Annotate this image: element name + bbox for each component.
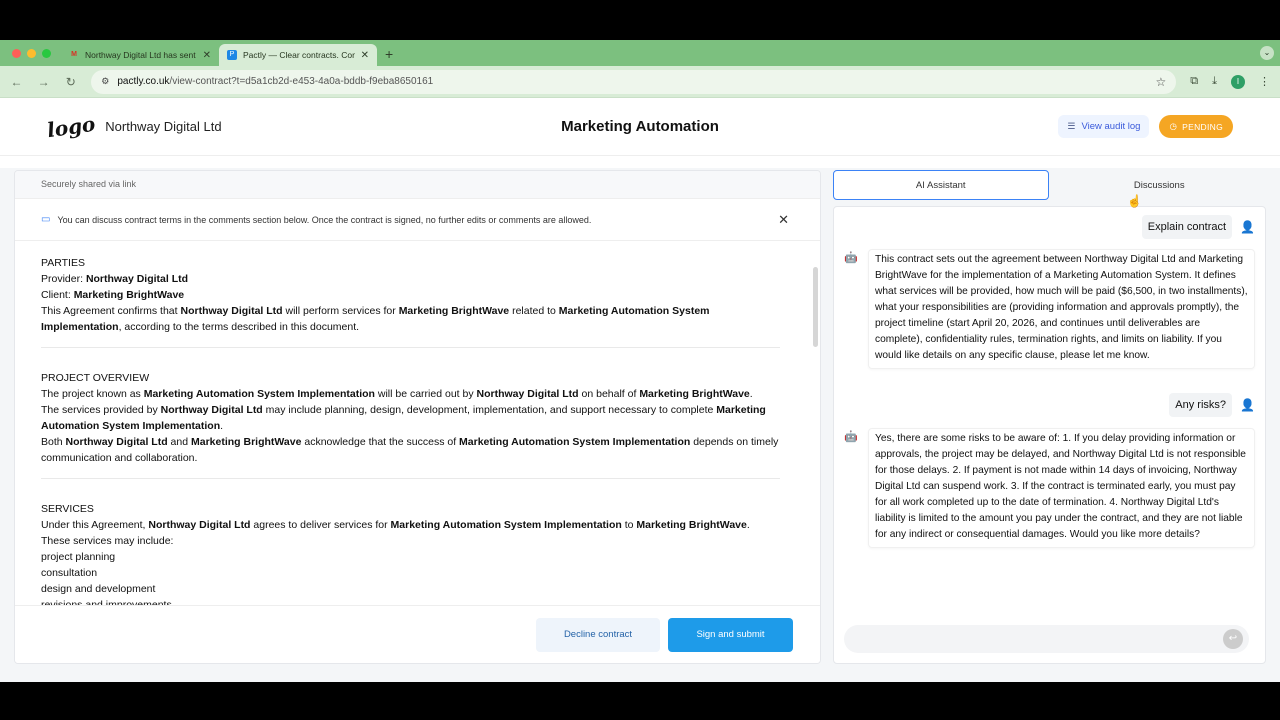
services-intro: These services may include: bbox=[41, 535, 174, 547]
paragraph: The project known as Marketing Automatio… bbox=[41, 388, 753, 400]
message-bubble: Yes, there are some risks to be aware of… bbox=[868, 428, 1255, 548]
close-tab-icon[interactable]: ✕ bbox=[203, 50, 211, 61]
assistant-tabs: AI Assistant Discussions bbox=[833, 170, 1266, 200]
send-icon[interactable]: ↩ bbox=[1223, 629, 1243, 649]
user-icon: 👤 bbox=[1240, 398, 1255, 412]
client-line: Client: Marketing BrightWave bbox=[41, 289, 185, 301]
back-icon[interactable]: ← bbox=[10, 75, 23, 89]
bookmark-star-icon[interactable]: ☆ bbox=[1156, 75, 1167, 89]
extensions-icon[interactable]: ⧉ bbox=[1190, 75, 1198, 88]
paragraph: Under this Agreement, Northway Digital L… bbox=[41, 519, 750, 531]
section-services: SERVICES Under this Agreement, Northway … bbox=[41, 501, 780, 605]
url-text: pactly.co.uk/view-contract?t=d5a1cb2d-e4… bbox=[117, 76, 434, 87]
chat-input[interactable] bbox=[854, 633, 1223, 645]
paragraph: The services provided by Northway Digita… bbox=[41, 404, 766, 432]
user-message: Explain contract 👤 bbox=[1141, 215, 1255, 239]
tab-title: Pactly — Clear contracts. Con bbox=[243, 50, 355, 60]
forward-icon[interactable]: → bbox=[37, 75, 50, 89]
pactly-favicon-icon: P bbox=[227, 50, 237, 60]
robot-icon: 🤖 bbox=[844, 431, 858, 443]
assistant-message: 🤖 This contract sets out the agreement b… bbox=[844, 249, 1255, 369]
main-area: Securely shared via link ▭ You can discu… bbox=[0, 168, 1280, 682]
section-title: PARTIES bbox=[41, 257, 85, 269]
list-item: revisions and improvements bbox=[41, 599, 172, 605]
tab-ai-assistant[interactable]: AI Assistant bbox=[833, 170, 1049, 200]
user-message: Any risks? 👤 bbox=[1169, 393, 1255, 417]
close-window-button[interactable] bbox=[12, 49, 21, 58]
browser-window: M Northway Digital Ltd has sent ✕ P Pact… bbox=[0, 40, 1280, 682]
provider-line: Provider: Northway Digital Ltd bbox=[41, 273, 189, 285]
section-parties: PARTIES Provider: Northway Digital Ltd C… bbox=[41, 255, 780, 348]
site-info-icon[interactable]: ⚙ bbox=[101, 76, 109, 87]
assistant-panel: AI Assistant Discussions Explain contrac… bbox=[833, 170, 1266, 664]
address-bar: ← → ↻ ⚙ pactly.co.uk/view-contract?t=d5a… bbox=[0, 66, 1280, 98]
window-controls bbox=[0, 49, 61, 66]
list-item: consultation bbox=[41, 567, 98, 579]
paragraph: This Agreement confirms that Northway Di… bbox=[41, 305, 710, 333]
close-tab-icon[interactable]: ✕ bbox=[361, 50, 369, 61]
list-item: project planning bbox=[41, 551, 116, 563]
company-logo: logo Northway Digital Ltd bbox=[46, 111, 222, 141]
chat-thread: Explain contract 👤 🤖 This contract sets … bbox=[833, 206, 1266, 664]
audit-label: View audit log bbox=[1081, 121, 1141, 132]
user-icon: 👤 bbox=[1240, 220, 1255, 234]
message-bubble: Any risks? bbox=[1169, 393, 1233, 417]
contract-body: PARTIES Provider: Northway Digital Ltd C… bbox=[15, 241, 806, 605]
logo-mark: logo bbox=[45, 111, 97, 142]
banner-text: You can discuss contract terms in the co… bbox=[57, 214, 592, 225]
section-title: PROJECT OVERVIEW bbox=[41, 372, 150, 384]
paragraph: Both Northway Digital Ltd and Marketing … bbox=[41, 436, 779, 464]
mouse-cursor-icon: ☝ bbox=[1127, 194, 1142, 208]
tab-strip: M Northway Digital Ltd has sent ✕ P Pact… bbox=[0, 40, 1280, 66]
download-icon[interactable]: ⤓ bbox=[1212, 75, 1217, 88]
info-banner: ▭ You can discuss contract terms in the … bbox=[15, 199, 820, 241]
assistant-message: 🤖 Yes, there are some risks to be aware … bbox=[844, 428, 1255, 548]
browser-tab-pactly[interactable]: P Pactly — Clear contracts. Con ✕ bbox=[219, 44, 377, 66]
shared-note: Securely shared via link bbox=[15, 171, 820, 199]
status-badge: ◷ PENDING bbox=[1159, 115, 1233, 138]
contract-panel: Securely shared via link ▭ You can discu… bbox=[14, 170, 821, 664]
clock-icon: ◷ bbox=[1169, 121, 1178, 131]
section-project-overview: PROJECT OVERVIEW The project known as Ma… bbox=[41, 370, 780, 479]
company-name: Northway Digital Ltd bbox=[105, 119, 222, 134]
section-title: SERVICES bbox=[41, 503, 94, 515]
tab-search-icon[interactable]: ⌄ bbox=[1260, 46, 1274, 60]
message-bubble: Explain contract bbox=[1141, 215, 1233, 239]
profile-avatar[interactable]: I bbox=[1231, 74, 1246, 89]
chat-input-box: ↩ bbox=[844, 625, 1249, 653]
tab-discussions[interactable]: Discussions bbox=[1053, 170, 1267, 200]
browser-tab-gmail[interactable]: M Northway Digital Ltd has sent ✕ bbox=[61, 44, 219, 66]
reload-icon[interactable]: ↻ bbox=[64, 75, 77, 89]
status-label: PENDING bbox=[1182, 121, 1223, 132]
contract-actions: Decline contract Sign and submit bbox=[15, 605, 820, 663]
app-header: logo Northway Digital Ltd Marketing Auto… bbox=[0, 98, 1280, 156]
message-bubble: This contract sets out the agreement bet… bbox=[868, 249, 1255, 369]
tab-title: Northway Digital Ltd has sent bbox=[85, 50, 196, 60]
menu-kebab-icon[interactable]: ⋮ bbox=[1259, 75, 1270, 88]
list-icon: ☰ bbox=[1067, 121, 1076, 131]
decline-contract-button[interactable]: Decline contract bbox=[536, 617, 660, 652]
maximize-window-button[interactable] bbox=[42, 49, 51, 58]
close-banner-icon[interactable]: ✕ bbox=[778, 212, 789, 228]
minimize-window-button[interactable] bbox=[27, 49, 36, 58]
sign-and-submit-button[interactable]: Sign and submit bbox=[668, 617, 793, 652]
robot-icon: 🤖 bbox=[844, 252, 858, 264]
gmail-icon: M bbox=[71, 51, 77, 58]
comment-icon: ▭ bbox=[41, 214, 51, 225]
url-input[interactable]: ⚙ pactly.co.uk/view-contract?t=d5a1cb2d-… bbox=[91, 69, 1177, 94]
scrollbar-thumb[interactable] bbox=[813, 267, 818, 347]
new-tab-icon[interactable]: + bbox=[377, 46, 393, 66]
view-audit-log-button[interactable]: ☰ View audit log bbox=[1058, 115, 1150, 138]
list-item: design and development bbox=[41, 583, 156, 595]
